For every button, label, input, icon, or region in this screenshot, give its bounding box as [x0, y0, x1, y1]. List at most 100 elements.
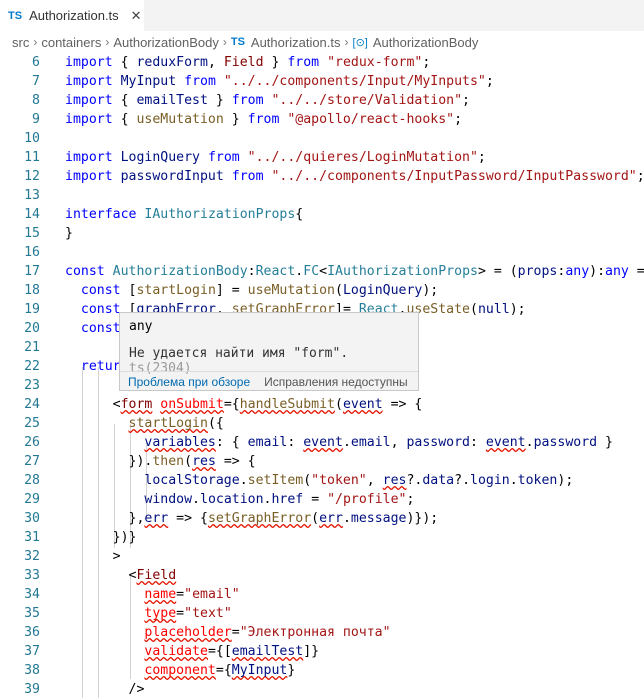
code-line[interactable]: 25 startLogin({	[0, 414, 644, 433]
line-number: 8	[32, 93, 40, 108]
code-line[interactable]: 14 interface IAuthorizationProps{	[0, 205, 644, 224]
line-number: 9	[32, 112, 40, 127]
line-number: 6	[32, 55, 40, 70]
hover-status-bar: Проблема при обзоре Исправления недоступ…	[120, 371, 418, 392]
code-line[interactable]: 26 variables: { email: event.email, pass…	[0, 433, 644, 452]
line-number: 20	[24, 321, 40, 336]
code-line[interactable]: 28 localStorage.setItem("token", res?.da…	[0, 471, 644, 490]
code-text[interactable]: type="text"	[65, 604, 231, 623]
breadcrumb-item-symbol[interactable]: AuthorizationBody	[373, 35, 479, 50]
code-text[interactable]: }).then(res => {	[65, 452, 256, 471]
breadcrumb-item-file[interactable]: Authorization.ts	[251, 35, 341, 50]
code-text[interactable]: name="email"	[65, 585, 239, 604]
close-icon[interactable]: ✕	[131, 8, 142, 24]
code-text[interactable]: localStorage.setItem("token", res?.data?…	[65, 471, 573, 490]
line-number: 39	[24, 682, 40, 697]
code-line[interactable]: 17 const AuthorizationBody:React.FC<IAuth…	[0, 262, 644, 281]
line-number: 19	[24, 302, 40, 317]
code-text[interactable]: const [startLogin] = useMutation(LoginQu…	[65, 281, 438, 300]
code-line[interactable]: 33 <Field	[0, 566, 644, 585]
code-line[interactable]: 13	[0, 186, 644, 205]
line-number: 37	[24, 644, 40, 659]
code-line[interactable]: 38 component={MyInput}	[0, 661, 644, 680]
code-text[interactable]: />	[65, 680, 145, 698]
code-line[interactable]: 6 import { reduxForm, Field } from "redux…	[0, 53, 644, 72]
code-line[interactable]: 7 import MyInput from "../../components/I…	[0, 72, 644, 91]
breadcrumb: src › containers › AuthorizationBody › T…	[0, 31, 644, 53]
line-number: 12	[24, 169, 40, 184]
line-number: 7	[32, 74, 40, 89]
symbol-variable-icon: [⊙]	[352, 36, 368, 49]
line-number: 22	[24, 359, 40, 374]
typescript-file-icon: TS	[8, 9, 23, 22]
code-line[interactable]: 12 import passwordInput from "../../compo…	[0, 167, 644, 186]
line-number: 34	[24, 587, 40, 602]
code-text[interactable]: },err => {setGraphError(err.message)});	[65, 509, 439, 528]
code-text[interactable]: component={MyInput}	[65, 661, 295, 680]
code-text[interactable]: const	[65, 319, 121, 338]
line-number: 38	[24, 663, 40, 678]
editor-tab-bar: TS Authorization.ts ✕	[0, 0, 644, 31]
code-line[interactable]: 39 />	[0, 680, 644, 698]
line-number: 26	[24, 435, 40, 450]
line-number: 36	[24, 625, 40, 640]
code-text[interactable]: placeholder="Электронная почта"	[65, 623, 390, 642]
line-number: 17	[24, 264, 40, 279]
code-line[interactable]: 37 validate={[emailTest]}	[0, 642, 644, 661]
code-text[interactable]: window.location.href = "/profile";	[65, 490, 414, 509]
code-text[interactable]: >	[65, 547, 121, 566]
line-number: 25	[24, 416, 40, 431]
code-line[interactable]: 36 placeholder="Электронная почта"	[0, 623, 644, 642]
code-text[interactable]: interface IAuthorizationProps{	[65, 205, 303, 224]
code-text[interactable]: <Field	[65, 566, 177, 585]
code-line[interactable]: 10	[0, 129, 644, 148]
code-line[interactable]: 34 name="email"	[0, 585, 644, 604]
code-line[interactable]: 15}	[0, 224, 644, 243]
line-number: 29	[24, 492, 40, 507]
code-text[interactable]: import { reduxForm, Field } from "redux-…	[65, 53, 430, 72]
code-line[interactable]: 16	[0, 243, 644, 262]
typescript-file-icon: TS	[230, 36, 245, 48]
code-line[interactable]: 30 },err => {setGraphError(err.message)}…	[0, 509, 644, 528]
line-number: 14	[24, 207, 40, 222]
code-line[interactable]: 31 })}	[0, 528, 644, 547]
code-text[interactable]: import MyInput from "../../components/In…	[65, 72, 494, 91]
code-text[interactable]: const AuthorizationBody:React.FC<IAuthor…	[65, 262, 644, 281]
code-text[interactable]: import LoginQuery from "../../quieres/Lo…	[65, 148, 486, 167]
editor-tab-authorization[interactable]: TS Authorization.ts ✕	[0, 0, 145, 31]
chevron-right-icon: ›	[33, 35, 38, 49]
code-text[interactable]: variables: { email: event.email, passwor…	[65, 433, 613, 452]
code-text[interactable]: import { emailTest } from "../../store/V…	[65, 91, 470, 110]
code-text[interactable]: })}	[65, 528, 137, 547]
breadcrumb-item-src[interactable]: src	[12, 35, 29, 50]
breadcrumb-item-folder[interactable]: AuthorizationBody	[113, 35, 219, 50]
code-line[interactable]: 8 import { emailTest } from "../../store/…	[0, 91, 644, 110]
line-number: 21	[24, 340, 40, 355]
code-line[interactable]: 27 }).then(res => {	[0, 452, 644, 471]
code-text[interactable]: <form onSubmit={handleSubmit(event => {	[65, 395, 423, 414]
no-quick-fixes-label: Исправления недоступны	[264, 375, 408, 389]
code-line[interactable]: 29 window.location.href = "/profile";	[0, 490, 644, 509]
hover-tooltip: any Не удается найти имя "form". ts(2304…	[119, 312, 419, 391]
code-line[interactable]: 9 import { useMutation } from "@apollo/re…	[0, 110, 644, 129]
breadcrumb-item-containers[interactable]: containers	[41, 35, 101, 50]
peek-problem-link[interactable]: Проблема при обзоре	[128, 375, 250, 389]
code-text[interactable]: import { useMutation } from "@apollo/rea…	[65, 110, 462, 129]
line-number: 31	[24, 530, 40, 545]
line-number: 18	[24, 283, 40, 298]
line-number: 24	[24, 397, 40, 412]
code-text[interactable]: validate={[emailTest]}	[65, 642, 319, 661]
line-number: 30	[24, 511, 40, 526]
code-text[interactable]: retur	[65, 357, 121, 376]
code-text[interactable]: startLogin({	[65, 414, 224, 433]
chevron-right-icon: ›	[105, 35, 110, 49]
line-number: 15	[24, 226, 40, 241]
code-line[interactable]: 11 import LoginQuery from "../../quieres/…	[0, 148, 644, 167]
code-text[interactable]: }	[65, 224, 73, 243]
code-text[interactable]: import passwordInput from "../../compone…	[65, 167, 644, 186]
code-line[interactable]: 35 type="text"	[0, 604, 644, 623]
line-number: 23	[24, 378, 40, 393]
code-line[interactable]: 24 <form onSubmit={handleSubmit(event =>…	[0, 395, 644, 414]
code-line[interactable]: 18 const [startLogin] = useMutation(Logi…	[0, 281, 644, 300]
code-line[interactable]: 32 >	[0, 547, 644, 566]
